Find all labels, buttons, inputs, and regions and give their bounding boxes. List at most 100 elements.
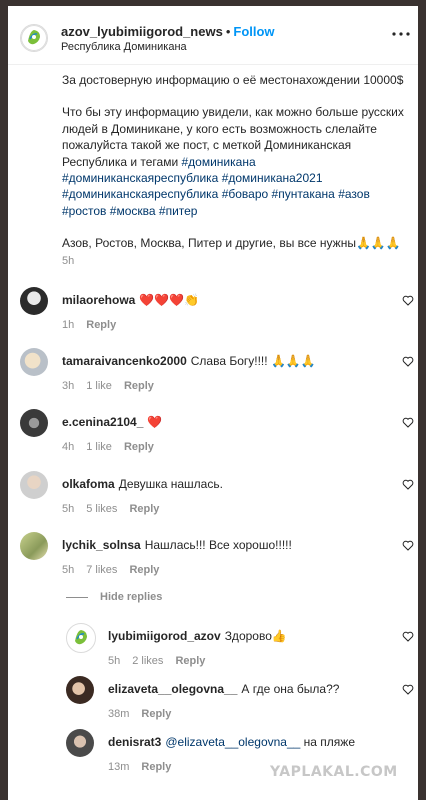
- like-heart-icon[interactable]: [402, 356, 414, 367]
- comment-text: Здорово: [224, 629, 272, 643]
- hashtag[interactable]: #доминиканскаяреспублика: [62, 171, 218, 185]
- comment-meta: 1h Reply: [62, 319, 128, 331]
- caption-paragraph-2: Что бы эту информацию увидели, как можно…: [62, 104, 412, 219]
- comment-time[interactable]: 5h: [62, 564, 74, 576]
- hashtag[interactable]: #доминикана: [182, 155, 256, 169]
- comment-likes[interactable]: 7 likes: [86, 564, 117, 576]
- more-options-icon[interactable]: [390, 26, 412, 42]
- comment-username[interactable]: tamaraivancenko2000: [62, 354, 187, 368]
- reply-button[interactable]: Reply: [129, 503, 159, 515]
- post-header: azov_lyubimiigorod_news • Follow Республик…: [8, 6, 418, 65]
- hashtag[interactable]: #азов: [338, 187, 370, 201]
- hashtag[interactable]: #боваро: [222, 187, 268, 201]
- comment-emoji: ❤️❤️❤️👏: [139, 293, 200, 307]
- hide-replies-line: [66, 596, 88, 598]
- like-heart-icon[interactable]: [402, 540, 414, 551]
- header-separator: •: [225, 24, 231, 39]
- caption-paragraph-3-text: Азов, Ростов, Москва, Питер и другие, вы…: [62, 236, 356, 251]
- hashtag[interactable]: #питер: [159, 204, 198, 218]
- comment-line: tamaraivancenko2000 Слава Богу!!!! 🙏🙏🙏: [62, 354, 316, 368]
- comment-mention[interactable]: @elizaveta__olegovna__: [165, 735, 300, 749]
- reply-avatar[interactable]: [66, 729, 94, 757]
- comment-meta: 13m Reply: [108, 761, 183, 773]
- like-heart-icon[interactable]: [402, 684, 414, 695]
- hide-replies-label: Hide replies: [100, 591, 163, 603]
- comment-line: milaorehowa ❤️❤️❤️👏: [62, 293, 199, 307]
- account-avatar[interactable]: [20, 24, 48, 52]
- comment-time[interactable]: 13m: [108, 761, 129, 773]
- hashtag[interactable]: #доминикана2021: [222, 171, 323, 185]
- comment-time[interactable]: 38m: [108, 708, 129, 720]
- like-heart-icon[interactable]: [402, 479, 414, 490]
- comment-line: elizaveta__olegovna__ А где она была??: [108, 682, 339, 696]
- header-location[interactable]: Республика Доминикана: [61, 41, 187, 53]
- reply-button[interactable]: Reply: [124, 441, 154, 453]
- comment-likes[interactable]: 5 likes: [86, 503, 117, 515]
- comment-time[interactable]: 5h: [108, 655, 120, 667]
- comment-avatar[interactable]: [20, 287, 48, 315]
- caption-timestamp[interactable]: 5h: [62, 255, 74, 267]
- comment-username[interactable]: elizaveta__olegovna__: [108, 682, 237, 696]
- comment-username[interactable]: e.cenina2104_: [62, 415, 143, 429]
- reply-button[interactable]: Reply: [124, 380, 154, 392]
- comment-time[interactable]: 5h: [62, 503, 74, 515]
- reply-button[interactable]: Reply: [141, 708, 171, 720]
- caption-paragraph-3: Азов, Ростов, Москва, Питер и другие, вы…: [62, 235, 412, 251]
- comment-text: А где она была??: [241, 682, 340, 696]
- comment-meta: 3h 1 like Reply: [62, 380, 166, 392]
- comment-avatar[interactable]: [20, 471, 48, 499]
- comment-text: Слава Богу!!!!: [190, 354, 268, 368]
- like-heart-icon[interactable]: [402, 295, 414, 306]
- reply-button[interactable]: Reply: [175, 655, 205, 667]
- reply-button[interactable]: Reply: [141, 761, 171, 773]
- header-username[interactable]: azov_lyubimiigorod_news: [61, 24, 223, 39]
- comment-time[interactable]: 1h: [62, 319, 74, 331]
- hashtag[interactable]: #москва: [110, 204, 156, 218]
- comment-meta: 5h 7 likes Reply: [62, 564, 171, 576]
- hashtag[interactable]: #доминиканскаяреспублика: [62, 187, 218, 201]
- hashtag[interactable]: #пунтакана: [272, 187, 335, 201]
- hashtag[interactable]: #ростов: [62, 204, 106, 218]
- post-panel: azov_lyubimiigorod_news • Follow Республик…: [8, 6, 418, 800]
- comment-avatar[interactable]: [20, 532, 48, 560]
- comment-username[interactable]: denisrat3: [108, 735, 161, 749]
- comment-likes[interactable]: 2 likes: [132, 655, 163, 667]
- comment-username[interactable]: milaorehowa: [62, 293, 135, 307]
- comment-likes[interactable]: 1 like: [86, 380, 112, 392]
- reply-avatar[interactable]: [66, 676, 94, 704]
- like-heart-icon[interactable]: [402, 417, 414, 428]
- comment-meta: 4h 1 like Reply: [62, 441, 166, 453]
- post-caption: За достоверную информацию о её местонахо…: [62, 72, 412, 252]
- comment-line: e.cenina2104_ ❤️: [62, 415, 162, 429]
- comment-meta: 5h 2 likes Reply: [108, 655, 217, 667]
- comment-meta: 5h 5 likes Reply: [62, 503, 171, 515]
- comment-avatar[interactable]: [20, 348, 48, 376]
- comment-avatar[interactable]: [20, 409, 48, 437]
- comment-emoji: ❤️: [147, 415, 163, 429]
- comment-username[interactable]: olkafoma: [62, 477, 115, 491]
- comment-username[interactable]: lyubimiigorod_azov: [108, 629, 221, 643]
- site-watermark: YAPLAKAL.COM: [270, 764, 398, 780]
- comment-text: Девушка нашлась.: [118, 477, 223, 491]
- comment-text: на пляже: [303, 735, 355, 749]
- header-title-row: azov_lyubimiigorod_news • Follow: [61, 24, 275, 39]
- hide-replies-button[interactable]: Hide replies: [66, 591, 162, 603]
- comment-username[interactable]: lychik_solnsa: [62, 538, 141, 552]
- comment-meta: 38m Reply: [108, 708, 183, 720]
- reply-button[interactable]: Reply: [86, 319, 116, 331]
- reply-button[interactable]: Reply: [129, 564, 159, 576]
- comment-time[interactable]: 3h: [62, 380, 74, 392]
- comment-line: olkafoma Девушка нашлась.: [62, 477, 223, 491]
- comment-text: Нашлась!!! Все хорошо!!!!!: [144, 538, 292, 552]
- comment-emoji: 🙏🙏🙏: [270, 354, 316, 368]
- comment-likes[interactable]: 1 like: [86, 441, 112, 453]
- comment-line: lychik_solnsa Нашлась!!! Все хорошо!!!!!: [62, 538, 292, 552]
- follow-button[interactable]: Follow: [233, 24, 274, 39]
- reply-avatar[interactable]: [66, 623, 96, 653]
- thumbs-up-emoji: 👍: [271, 629, 287, 643]
- comment-line: denisrat3 @elizaveta__olegovna__ на пляже: [108, 735, 355, 749]
- comment-line: lyubimiigorod_azov Здорово👍: [108, 629, 287, 643]
- pray-emoji: 🙏🙏🙏: [355, 236, 401, 251]
- comment-time[interactable]: 4h: [62, 441, 74, 453]
- like-heart-icon[interactable]: [402, 631, 414, 642]
